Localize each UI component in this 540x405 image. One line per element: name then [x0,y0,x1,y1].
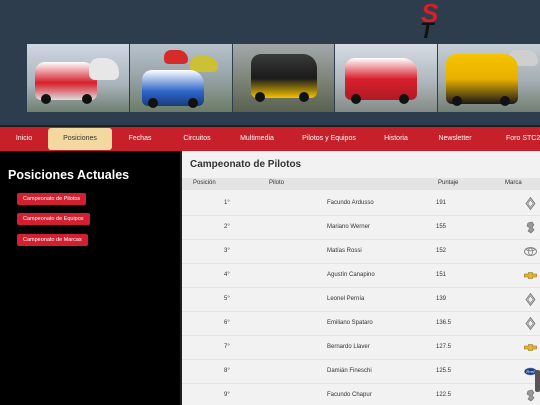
row-driver[interactable]: Mariano Werner [327,224,370,230]
nav-pilotos-equipos[interactable]: Pilotos y Equipos [288,127,370,151]
table-row: 8° Damián Fineschi 125.5 Ford [182,360,540,384]
main-nav: Inicio Posiciones Fechas Circuitos Multi… [0,127,540,151]
row-driver[interactable]: Bernardo Llaver [327,344,370,350]
banner-photo-5 [438,44,540,112]
banner-photo-3 [232,44,335,112]
row-position: 6° [224,320,230,326]
standings-panel: Campeonato de Pilotos Posición Piloto Pu… [182,151,540,405]
row-points: 155 [436,224,447,230]
header-banner [27,44,540,112]
table-header: Posición Piloto Puntaje Marca [182,178,540,190]
row-points: 136.5 [436,320,452,326]
scrollbar[interactable] [535,370,540,392]
row-driver[interactable]: Leonel Pernía [327,296,364,302]
table-row: 9° Facundo Chapur 122.5 [182,384,540,405]
row-position: 8° [224,368,230,374]
row-position: 9° [224,392,230,398]
stc2000-logo[interactable]: ST [418,0,444,44]
nav-multimedia[interactable]: Multimedia [226,127,288,151]
svg-text:Ford: Ford [525,370,535,374]
table-row: 7° Bernardo Llaver 127.5 [182,336,540,360]
campeonato-marcas-button[interactable]: Campeonato de Marcas [17,234,88,246]
table-row: 5° Leonel Pernía 139 [182,288,540,312]
row-driver[interactable]: Damián Fineschi [327,368,372,374]
renault-icon [524,292,537,307]
row-driver[interactable]: Facundo Chapur [327,392,372,398]
renault-icon [524,196,537,211]
row-position: 5° [224,296,230,302]
table-row: 2° Mariano Werner 155 [182,216,540,240]
row-driver[interactable]: Facundo Ardusso [327,200,374,206]
row-points: 152 [436,248,447,254]
standings-title: Campeonato de Pilotos [190,159,302,170]
col-posicion: Posición [193,180,216,186]
peugeot-icon [524,221,537,234]
nav-historia[interactable]: Historia [370,127,422,151]
nav-newsletter[interactable]: Newsletter [422,127,488,151]
row-driver[interactable]: Emiliano Spataro [327,320,373,326]
row-position: 7° [224,344,230,350]
row-points: 151 [436,272,447,278]
renault-icon [524,316,537,331]
sidebar-title: Posiciones Actuales [8,168,130,182]
table-row: 3° Matías Rossi 152 [182,240,540,264]
nav-posiciones[interactable]: Posiciones [48,128,112,150]
banner-photo-2 [129,44,232,112]
toyota-icon [524,245,537,258]
nav-inicio[interactable]: Inicio [0,127,48,151]
table-row: 1° Facundo Ardusso 191 [182,192,540,216]
banner-photo-4 [335,44,438,112]
row-points: 191 [436,200,447,206]
row-position: 1° [224,200,230,206]
chevrolet-icon [524,341,537,354]
table-row: 4° Agustín Canapino 151 [182,264,540,288]
row-points: 125.5 [436,368,452,374]
row-points: 139 [436,296,447,302]
nav-foro[interactable]: Foro STC2 [488,127,540,151]
banner-photo-1 [27,44,129,112]
chevrolet-icon [524,269,537,282]
col-piloto: Piloto [269,180,285,186]
row-driver[interactable]: Agustín Canapino [327,272,375,278]
col-puntaje: Puntaje [438,180,459,186]
row-position: 3° [224,248,230,254]
row-points: 122.5 [436,392,452,398]
row-points: 127.5 [436,344,452,350]
site-header: ST [0,0,540,125]
col-marca: Marca [505,180,522,186]
sidebar: Posiciones Actuales Campeonato de Piloto… [0,151,180,405]
table-row: 6° Emiliano Spataro 136.5 [182,312,540,336]
nav-circuitos[interactable]: Circuitos [168,127,226,151]
row-driver[interactable]: Matías Rossi [327,248,362,254]
nav-fechas[interactable]: Fechas [112,127,168,151]
row-position: 4° [224,272,230,278]
campeonato-pilotos-button[interactable]: Campeonato de Pilotos [17,193,87,205]
campeonato-equipos-button[interactable]: Campeonato de Equipos [17,213,90,225]
row-position: 2° [224,224,230,230]
